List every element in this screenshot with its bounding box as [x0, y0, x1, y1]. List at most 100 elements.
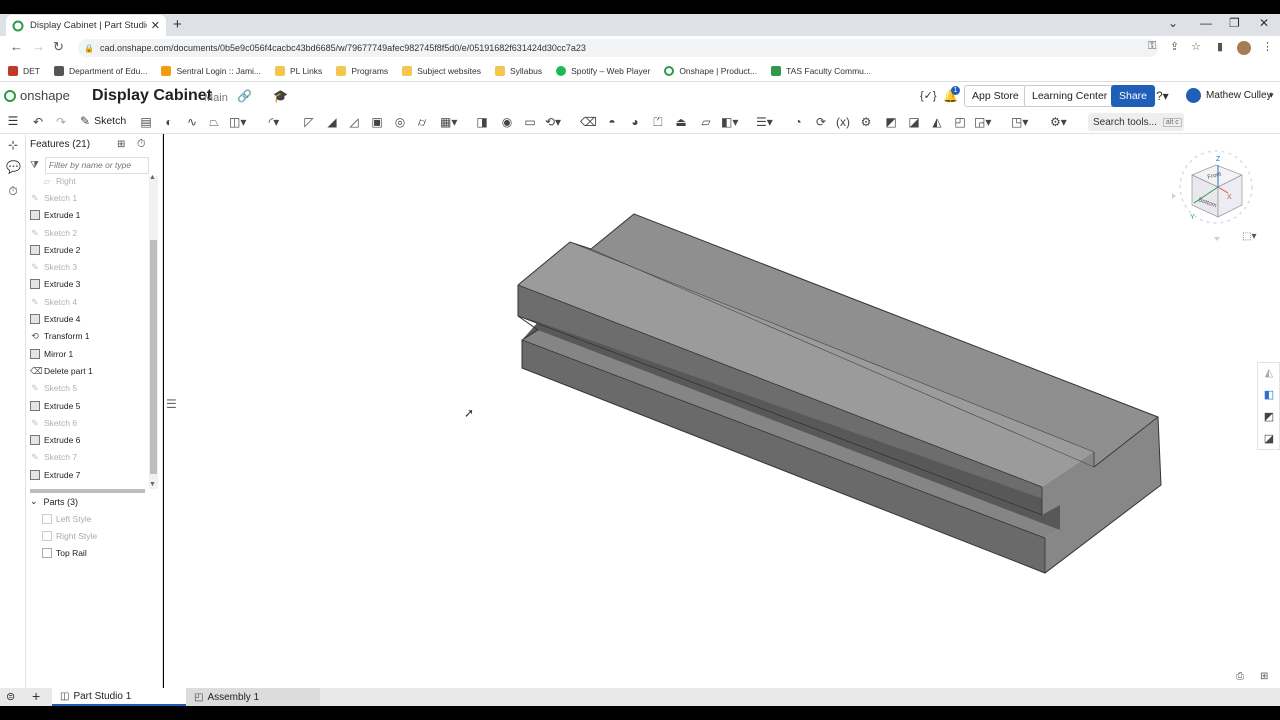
shell-icon[interactable]: ▣: [369, 114, 385, 130]
fill-icon[interactable]: ◭: [929, 114, 945, 130]
part-item[interactable]: Right Style: [42, 527, 97, 544]
rib-icon[interactable]: ◿: [346, 114, 362, 130]
browser-tab[interactable]: Display Cabinet | Part Studio 1 ✕: [6, 15, 166, 36]
display-mode-icon[interactable]: ⎙: [1236, 671, 1244, 682]
bookmark-folder[interactable]: Syllabus: [494, 65, 542, 76]
undo-icon[interactable]: ↶: [30, 114, 46, 130]
feature-item-extrude[interactable]: Extrude 4: [30, 310, 148, 327]
help-icon[interactable]: ?▾: [1156, 89, 1169, 103]
split-icon[interactable]: ▭: [522, 114, 538, 130]
user-menu-chevron-icon[interactable]: ▾: [1269, 90, 1274, 101]
mass-properties-icon[interactable]: ◧: [1262, 388, 1276, 402]
tab-manager-icon[interactable]: ⊜: [6, 690, 15, 703]
minimize-button[interactable]: —: [1200, 16, 1212, 30]
forward-icon[interactable]: →: [32, 39, 45, 54]
browser-profile-avatar[interactable]: [1237, 41, 1251, 55]
feature-item-transform[interactable]: ⟲ Transform 1: [30, 328, 148, 345]
enclose-icon[interactable]: ◪: [906, 114, 922, 130]
frame-icon[interactable]: ◔: [790, 114, 806, 130]
curve-icon[interactable]: ⚙: [858, 114, 874, 130]
view-cube[interactable]: Front Bottom Z X Y: [1170, 145, 1254, 245]
transform-icon[interactable]: ⟲▾: [545, 114, 561, 130]
delete-part-icon[interactable]: ⌫: [580, 114, 597, 130]
variables-icon[interactable]: {✓}: [920, 89, 937, 102]
custom-features-icon[interactable]: ⚙▾: [1050, 114, 1067, 130]
rollback-timer-icon[interactable]: ⏱: [137, 138, 146, 151]
share-button[interactable]: Share: [1111, 85, 1156, 107]
feature-item-sketch[interactable]: ✎ Sketch 2: [30, 224, 148, 241]
bookmark-item[interactable]: Sentral Login :: Jami...: [161, 65, 261, 76]
surface-icon[interactable]: ◩: [883, 114, 899, 130]
feature-item-extrude[interactable]: Extrude 7: [30, 466, 148, 483]
chamfer-icon[interactable]: ◸: [301, 114, 317, 130]
onshape-logo[interactable]: onshape: [4, 88, 70, 103]
learning-center-button[interactable]: Learning Center: [1024, 85, 1116, 107]
back-icon[interactable]: ←: [10, 39, 23, 54]
mirror-icon[interactable]: ◨: [474, 114, 490, 130]
revolve-icon[interactable]: ◐: [161, 114, 177, 130]
feature-item-sketch[interactable]: ✎ Sketch 4: [30, 293, 148, 310]
part-item[interactable]: Left Style: [42, 510, 97, 527]
feature-filter-input[interactable]: [44, 156, 149, 174]
share-page-icon[interactable]: ⇪: [1170, 40, 1179, 53]
units-icon[interactable]: ⊞: [1260, 671, 1268, 682]
history-icon[interactable]: ⏱: [6, 184, 20, 198]
feature-scrollbar-thumb[interactable]: [150, 240, 157, 474]
fillet-icon[interactable]: ◜▾: [266, 114, 282, 130]
bookmark-item[interactable]: Onshape | Product...: [664, 65, 757, 76]
bookmark-folder[interactable]: Programs: [336, 65, 388, 76]
feature-item-extrude[interactable]: Extrude 3: [30, 276, 148, 293]
plane-icon[interactable]: ▱: [698, 114, 714, 130]
boolean-icon[interactable]: ◉: [499, 114, 515, 130]
feature-item-extrude[interactable]: Extrude 6: [30, 431, 148, 448]
mate-connector-icon[interactable]: ◧▾: [721, 114, 738, 130]
feature-item-sketch[interactable]: ✎ Sketch 7: [30, 449, 148, 466]
extrude-icon[interactable]: ▤: [138, 114, 154, 130]
offset-surface-icon[interactable]: ◕: [627, 114, 643, 130]
restore-button[interactable]: ❐: [1229, 16, 1240, 30]
app-store-button[interactable]: App Store: [964, 85, 1027, 107]
feature-item-sketch[interactable]: ✎ Sketch 1: [30, 189, 148, 206]
feature-item-extrude[interactable]: Extrude 1: [30, 207, 148, 224]
modify-fillet-icon[interactable]: ◓: [604, 114, 620, 130]
wrap-icon[interactable]: ◰: [952, 114, 968, 130]
tab-assembly[interactable]: ◰ Assembly 1: [186, 688, 320, 706]
sidebar-icon[interactable]: ▮: [1217, 40, 1223, 53]
measure-icon[interactable]: ◩: [1262, 410, 1276, 424]
horizontal-scrollbar[interactable]: [30, 489, 145, 493]
parts-header[interactable]: ⌄ Parts (3): [30, 496, 78, 507]
loft-icon[interactable]: ⏢: [206, 114, 222, 130]
feature-item-sketch[interactable]: ✎ Sketch 6: [30, 414, 148, 431]
feature-item-sketch[interactable]: ✎ Sketch 5: [30, 380, 148, 397]
replace-face-icon[interactable]: ⏍: [650, 114, 666, 130]
bookmark-item[interactable]: TAS Faculty Commu...: [771, 65, 871, 76]
search-tools-input[interactable]: Search tools... alt c: [1088, 113, 1184, 131]
feature-item-mirror[interactable]: Mirror 1: [30, 345, 148, 362]
helix-icon[interactable]: ⟳: [813, 114, 829, 130]
user-name[interactable]: Mathew Culley: [1206, 90, 1272, 101]
part-item[interactable]: Top Rail: [42, 545, 97, 562]
thicken-icon[interactable]: ◫▾: [229, 114, 246, 130]
tab-part-studio[interactable]: ◫ Part Studio 1: [52, 688, 186, 706]
feature-item-sketch[interactable]: ✎ Sketch 3: [30, 258, 148, 275]
sheet-metal-icon[interactable]: ☰▾: [756, 114, 773, 130]
document-name[interactable]: Display Cabinet: [92, 87, 212, 105]
user-avatar-icon[interactable]: [1186, 88, 1201, 103]
list-toggle-icon[interactable]: ☰: [166, 397, 177, 411]
feature-item-plane[interactable]: ▱ Right: [30, 172, 148, 189]
bookmark-folder[interactable]: PL Links: [275, 65, 322, 76]
new-tab-button[interactable]: +: [173, 16, 182, 33]
scroll-up-icon[interactable]: ▲: [149, 174, 156, 181]
bookmark-item[interactable]: DET: [8, 65, 40, 76]
browser-menu-icon[interactable]: ⋮: [1262, 40, 1273, 53]
branch-name[interactable]: Main: [204, 92, 228, 104]
hole-icon[interactable]: ◎: [392, 114, 408, 130]
feature-item-extrude[interactable]: Extrude 2: [30, 241, 148, 258]
bookmark-item[interactable]: Department of Edu...: [54, 65, 147, 76]
bookmark-star-icon[interactable]: ☆: [1191, 40, 1201, 53]
sweep-icon[interactable]: ∿: [184, 114, 200, 130]
graduation-cap-icon[interactable]: 🎓: [273, 89, 288, 103]
link-icon[interactable]: 🔗: [237, 89, 252, 103]
variable-icon[interactable]: (x): [835, 114, 851, 130]
sketch-button[interactable]: ✎ Sketch: [80, 114, 126, 128]
